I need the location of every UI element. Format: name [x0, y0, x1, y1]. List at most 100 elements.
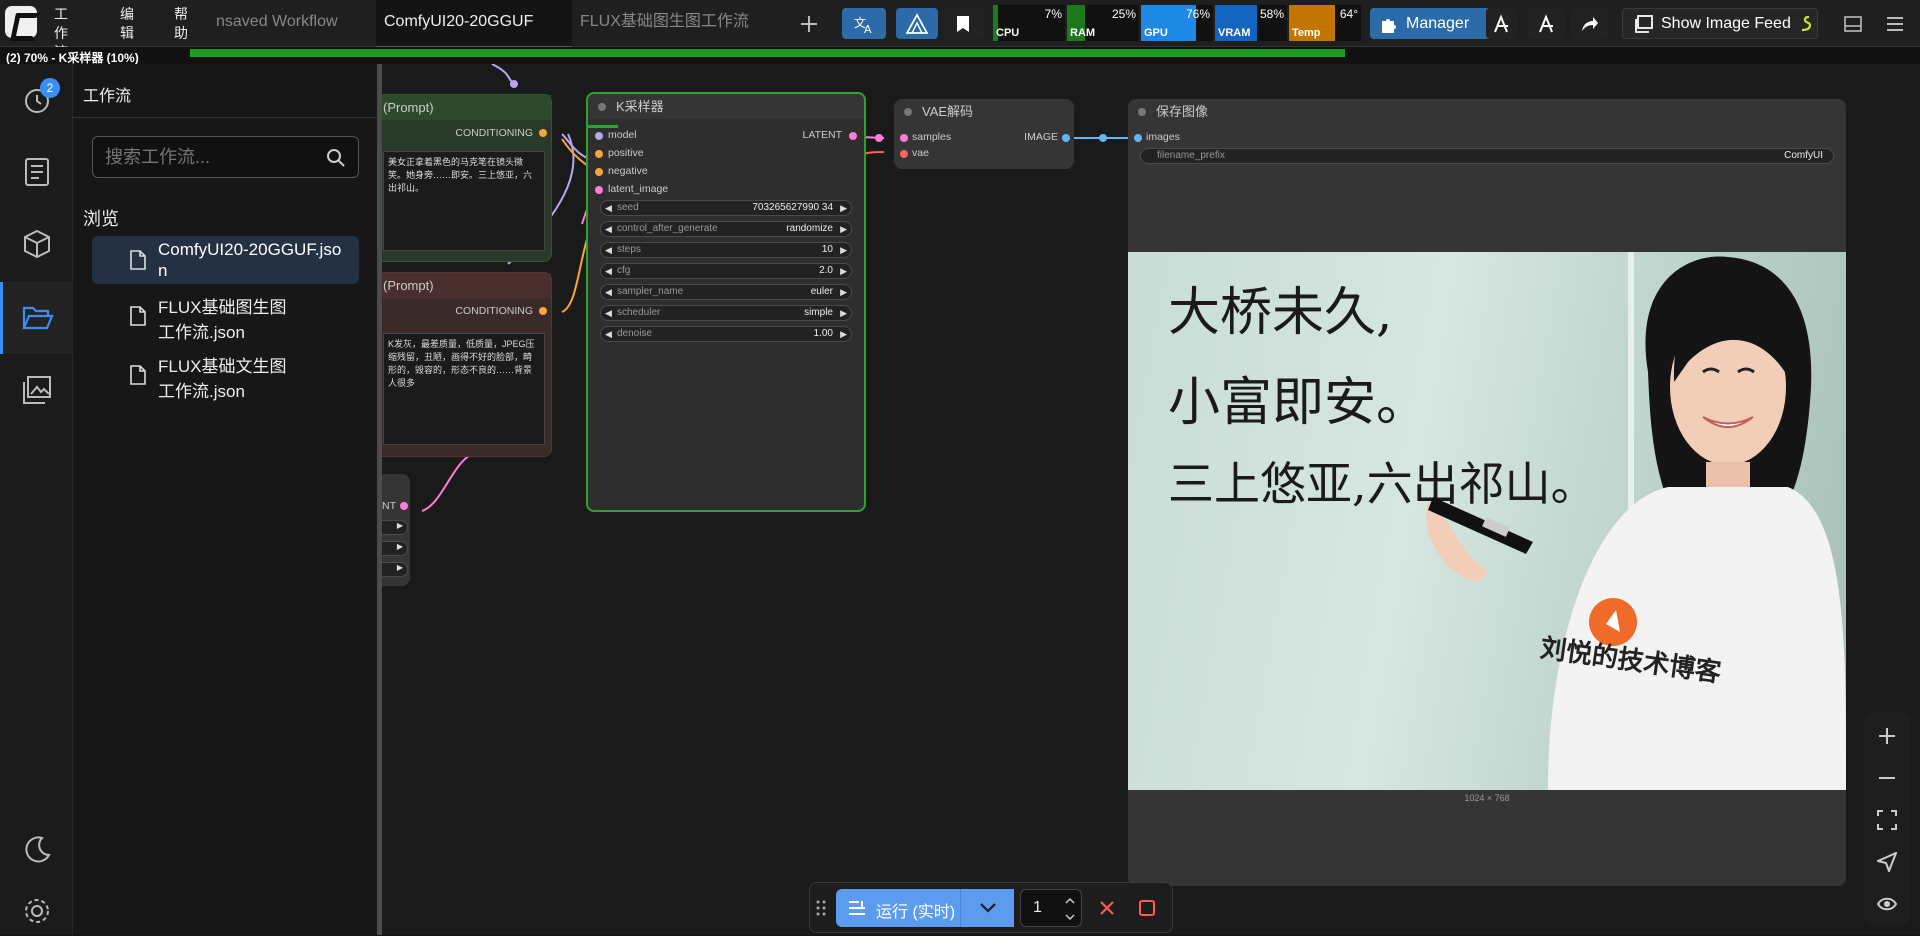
model-input-slot[interactable]	[595, 132, 603, 140]
vae-input-slot[interactable]	[900, 150, 908, 158]
latent-image-input-slot[interactable]	[595, 186, 603, 194]
seed-widget[interactable]: ◀ seed 703265627990 34 ▶	[600, 200, 852, 216]
denoise-widget[interactable]: ◀ denoise 1.00 ▶	[600, 326, 852, 342]
positive-prompt-text[interactable]: 美女正拿着黑色的马克笔在镜头微笑。她身旁……即安。三上悠亚，六出祁山。	[383, 151, 545, 251]
scheduler-widget[interactable]: ◀ scheduler simple ▶	[600, 305, 852, 321]
ksampler-node[interactable]: K采样器 model positive negative latent_imag…	[586, 92, 866, 512]
model-library-button[interactable]	[0, 208, 73, 280]
theme-toggle-button[interactable]	[0, 814, 73, 886]
share-button[interactable]	[1570, 8, 1608, 39]
filename-prefix-widget[interactable]: filename_prefix ComfyUI	[1140, 148, 1834, 164]
bookmark-icon	[957, 15, 969, 32]
widget-value: 703265627990 34	[752, 202, 833, 213]
conditioning-output-slot[interactable]	[539, 129, 547, 137]
tab-flux-img2img[interactable]: FLUX基础图生图工作流	[572, 0, 757, 47]
workflow-file-name: FLUX基础图生图工作流.json	[158, 298, 287, 342]
bookmark-button[interactable]	[942, 8, 984, 39]
workflow-file-item[interactable]: FLUX基础图生图工作流.json	[92, 292, 359, 344]
workflow-file-item[interactable]: ComfyUI20-20GGUF.json	[92, 236, 359, 284]
zoom-out-button[interactable]	[1864, 758, 1910, 798]
arrow-left-icon[interactable]: ◀	[605, 306, 612, 320]
arrow-right-icon[interactable]: ▶	[840, 285, 847, 299]
arrow-right-icon[interactable]: ▶	[397, 521, 403, 530]
latent-height-widget[interactable]: 3▶	[382, 541, 408, 556]
conditioning-output-slot[interactable]	[539, 307, 547, 315]
manager-model-button[interactable]	[1528, 8, 1566, 39]
translate-button[interactable]: 文A	[842, 8, 886, 39]
tab-unsaved-workflow[interactable]: nsaved Workflow	[208, 0, 346, 47]
latent-width-widget[interactable]: 4▶	[382, 520, 408, 535]
arrow-left-icon[interactable]: ◀	[605, 222, 612, 236]
execution-progress: (2) 70% - K采样器 (10%)	[0, 47, 1920, 65]
positive-input-slot[interactable]	[595, 150, 603, 158]
negative-prompt-node[interactable]: (Prompt) CONDITIONING K发灰，最差质量，低质量，JPEG压…	[382, 272, 552, 457]
negative-prompt-text[interactable]: K发灰，最差质量，低质量，JPEG压缩残留，丑陋，画得不好的脸部，畸形的，毁容的…	[383, 333, 545, 445]
comfyui-logo[interactable]	[5, 6, 37, 38]
vae-decode-node[interactable]: VAE解码 samples vae IMAGE	[894, 99, 1074, 169]
search-workflow-field[interactable]	[92, 136, 359, 178]
sampler-name-widget[interactable]: ◀ sampler_name euler ▶	[600, 284, 852, 300]
arrow-left-icon[interactable]: ◀	[605, 285, 612, 299]
arrow-right-icon[interactable]: ▶	[397, 542, 403, 551]
select-mode-button[interactable]	[1864, 842, 1910, 882]
graph-canvas[interactable]: (Prompt) CONDITIONING 美女正拿着黑色的马克笔在镜头微笑。她…	[382, 64, 1920, 935]
tab-comfyui-gguf[interactable]: ComfyUI20-20GGUF	[376, 0, 572, 47]
image-gallery-button[interactable]	[0, 354, 73, 426]
widget-name: cfg	[617, 265, 631, 276]
search-workflow-input[interactable]	[105, 146, 325, 168]
hamburger-menu-button[interactable]	[1880, 8, 1910, 39]
image-output-slot[interactable]	[1062, 134, 1070, 142]
toggle-bottom-panel-button[interactable]	[1838, 8, 1868, 39]
fit-view-button[interactable]	[1864, 800, 1910, 840]
arrow-left-icon[interactable]: ◀	[605, 327, 612, 341]
images-input-slot[interactable]	[1134, 134, 1142, 142]
workflow-file-item[interactable]: FLUX基础文生图工作流.json	[92, 351, 359, 403]
arrow-right-icon[interactable]: ▶	[397, 563, 403, 572]
collapse-dot-icon[interactable]	[598, 103, 606, 111]
menu-help[interactable]: 帮助	[170, 5, 192, 43]
zoom-in-button[interactable]	[1864, 716, 1910, 756]
chevron-down-icon[interactable]	[1065, 914, 1075, 920]
generated-image[interactable]: 大桥未久, 小富即安。 三上悠亚,六出祁山。 刘悦的技术博客	[1128, 252, 1846, 790]
batch-count-stepper[interactable]: 1	[1020, 889, 1082, 927]
cfg-widget[interactable]: ◀ cfg 2.0 ▶	[600, 263, 852, 279]
collapse-dot-icon[interactable]	[1138, 108, 1146, 116]
arrow-right-icon[interactable]: ▶	[840, 306, 847, 320]
steps-widget[interactable]: ◀ steps 10 ▶	[600, 242, 852, 258]
queue-history-button[interactable]: 2	[0, 64, 73, 136]
latent-output-slot[interactable]	[400, 502, 408, 510]
cancel-run-button[interactable]	[1092, 893, 1122, 923]
settings-button[interactable]	[0, 886, 73, 936]
chevron-up-icon[interactable]	[1065, 898, 1075, 904]
gpu-monitor: GPU 76%	[1141, 5, 1213, 41]
empty-latent-node[interactable]: LATENT 4▶ 3▶ 1▶	[382, 474, 410, 586]
stop-run-button[interactable]	[1132, 893, 1162, 923]
arrow-right-icon[interactable]: ▶	[840, 264, 847, 278]
model-manager-button[interactable]	[896, 8, 938, 39]
arrow-left-icon[interactable]: ◀	[605, 264, 612, 278]
latent-output-slot[interactable]	[849, 132, 857, 140]
manager-share-button[interactable]	[1486, 8, 1518, 39]
node-library-button[interactable]	[0, 136, 73, 208]
run-mode-dropdown[interactable]	[960, 889, 1014, 927]
arrow-right-icon[interactable]: ▶	[840, 327, 847, 341]
share-arrow-icon	[1582, 16, 1598, 31]
samples-input-slot[interactable]	[900, 134, 908, 142]
menu-edit[interactable]: 编辑	[116, 5, 138, 43]
control-after-generate-widget[interactable]: ◀ control_after_generate randomize ▶	[600, 221, 852, 237]
arrow-right-icon[interactable]: ▶	[840, 201, 847, 215]
latent-batch-widget[interactable]: 1▶	[382, 562, 408, 577]
show-image-feed-button[interactable]: Show Image Feed	[1622, 8, 1818, 39]
drag-handle-icon[interactable]	[816, 900, 826, 916]
new-tab-button[interactable]	[792, 8, 826, 39]
arrow-left-icon[interactable]: ◀	[605, 201, 612, 215]
collapse-dot-icon[interactable]	[904, 108, 912, 116]
positive-prompt-node[interactable]: (Prompt) CONDITIONING 美女正拿着黑色的马克笔在镜头微笑。她…	[382, 94, 552, 262]
arrow-right-icon[interactable]: ▶	[840, 243, 847, 257]
toggle-links-button[interactable]	[1864, 884, 1910, 924]
save-image-node[interactable]: 保存图像 images filename_prefix ComfyUI 大桥未久,…	[1128, 99, 1846, 886]
negative-input-slot[interactable]	[595, 168, 603, 176]
arrow-right-icon[interactable]: ▶	[840, 222, 847, 236]
arrow-left-icon[interactable]: ◀	[605, 243, 612, 257]
workflows-button[interactable]	[0, 282, 73, 354]
